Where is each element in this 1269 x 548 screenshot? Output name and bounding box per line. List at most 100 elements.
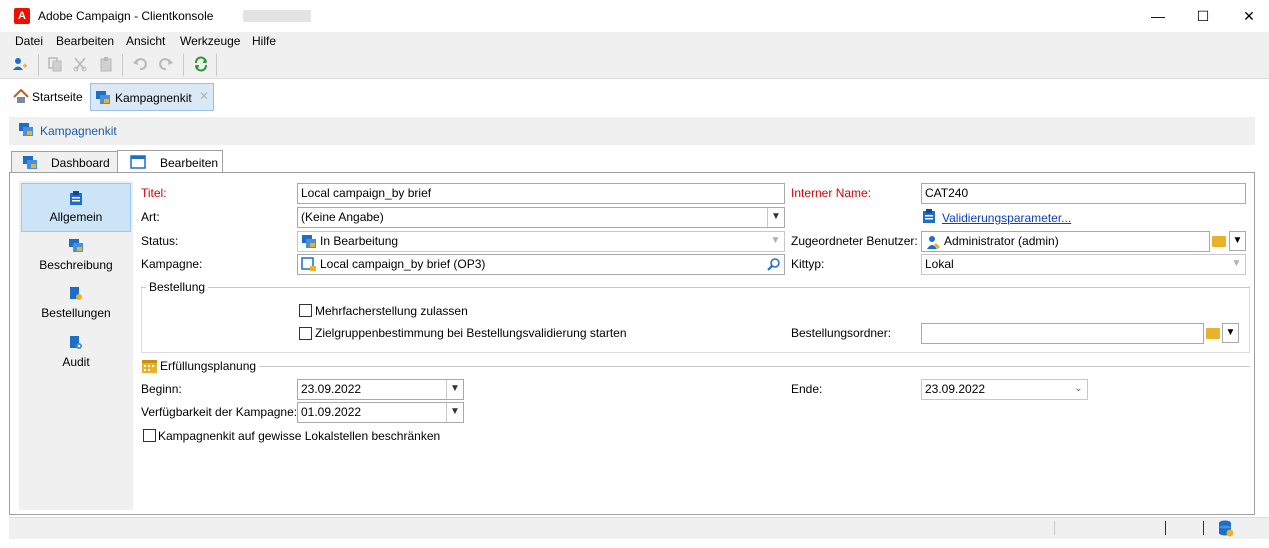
beginn-label: Beginn:: [141, 382, 182, 396]
benutzer-label: Zugeordneter Benutzer:: [791, 234, 918, 248]
validierungsparameter-link[interactable]: Validierungsparameter...: [942, 211, 1071, 225]
lokalstellen-label: Kampagnenkit auf gewisse Lokalstellen be…: [158, 429, 441, 443]
beginn-date-input[interactable]: 23.09.2022 ▼: [297, 379, 464, 400]
close-button[interactable]: ✕: [1226, 0, 1269, 32]
sidebar-item-bestellungen[interactable]: Bestellungen: [19, 280, 133, 329]
sidebar-item-label: Beschreibung: [39, 258, 113, 272]
tab-dashboard[interactable]: Dashboard: [11, 151, 118, 173]
status-separator: [1203, 521, 1204, 535]
erfuellung-group-title: Erfüllungsplanung: [160, 359, 260, 373]
campaign-kit-icon: [95, 90, 111, 108]
ende-date-input[interactable]: 23.09.2022 ⌄: [921, 379, 1088, 400]
refresh-icon[interactable]: [192, 56, 210, 74]
bestellungsordner-dropdown-button[interactable]: ▼: [1222, 323, 1239, 343]
user-icon: [925, 234, 941, 251]
folder-icon[interactable]: [1206, 328, 1220, 339]
menu-werkzeuge[interactable]: Werkzeuge: [180, 34, 240, 48]
sidebar-item-label: Audit: [62, 355, 90, 369]
close-tab-icon[interactable]: ✕: [199, 89, 209, 103]
toolbar-separator: [183, 54, 184, 76]
zielgruppen-checkbox[interactable]: [299, 327, 312, 340]
benutzer-dropdown-button[interactable]: ▼: [1229, 231, 1246, 251]
status-icon: [301, 234, 317, 251]
interner-name-input[interactable]: CAT240: [921, 183, 1246, 204]
tab-kampagnenkit[interactable]: Kampagnenkit ✕: [90, 83, 214, 111]
maximize-button[interactable]: ☐: [1180, 0, 1226, 32]
verfuegbarkeit-label: Verfügbarkeit der Kampagne:: [141, 405, 298, 419]
toolbar-separator: [216, 54, 217, 76]
status-label: Status:: [141, 234, 179, 248]
tab-dashboard-label: Dashboard: [51, 156, 110, 170]
undo-icon[interactable]: [131, 56, 149, 74]
chevron-down-icon[interactable]: ⌄: [1070, 380, 1087, 399]
menu-ansicht[interactable]: Ansicht: [126, 34, 165, 48]
status-separator: [1054, 521, 1055, 535]
bestellungsordner-input[interactable]: [921, 323, 1204, 344]
sidebar-item-audit[interactable]: Audit: [19, 329, 133, 378]
minimize-button[interactable]: —: [1135, 0, 1181, 32]
tab-startseite[interactable]: Startseite: [9, 84, 83, 110]
chevron-down-icon[interactable]: ▼: [767, 208, 784, 227]
mehrfach-checkbox[interactable]: [299, 304, 312, 317]
toolbar-separator: [122, 54, 123, 76]
kittyp-select[interactable]: Lokal ▼: [921, 254, 1246, 275]
benutzer-value: Administrator (admin): [944, 234, 1059, 248]
status-select-value: In Bearbeitung: [320, 234, 399, 248]
campaign-kit-icon: [18, 122, 34, 140]
interner-name-label: Interner Name:: [791, 186, 872, 200]
verfuegbarkeit-value: 01.09.2022: [301, 405, 362, 419]
tab-kampagnenkit-label: Kampagnenkit: [115, 91, 192, 105]
sidebar-item-allgemein[interactable]: Allgemein: [21, 183, 131, 232]
adobe-logo-icon: A: [14, 8, 30, 24]
folder-icon[interactable]: [1212, 236, 1226, 247]
benutzer-input[interactable]: Administrator (admin): [921, 231, 1210, 252]
group-divider: [141, 287, 1250, 288]
window-title: Adobe Campaign - Clientkonsole: [38, 9, 214, 23]
toolbar-separator: [38, 54, 39, 76]
titel-label: Titel:: [141, 186, 167, 200]
bestellung-group-title: Bestellung: [146, 280, 209, 294]
sidebar-item-label: Bestellungen: [41, 306, 111, 320]
database-icon: [1218, 520, 1234, 540]
kittyp-label: Kittyp:: [791, 257, 825, 271]
chevron-down-icon: ▼: [1228, 255, 1245, 274]
edit-form-icon: [130, 155, 146, 172]
campaign-icon: [301, 257, 317, 274]
toolbar: [0, 51, 1269, 79]
status-select[interactable]: In Bearbeitung ▼: [297, 231, 785, 252]
clipboard-icon: [922, 208, 936, 227]
search-icon[interactable]: [767, 257, 781, 274]
art-select[interactable]: (Keine Angabe) ▼: [297, 207, 785, 228]
chevron-down-icon[interactable]: ▼: [446, 403, 463, 422]
menu-datei[interactable]: Datei: [15, 34, 43, 48]
audit-icon: [19, 335, 133, 351]
breadcrumb[interactable]: Kampagnenkit: [40, 124, 117, 138]
chevron-down-icon: ▼: [767, 232, 784, 251]
kampagne-value: Local campaign_by brief (OP3): [320, 257, 486, 271]
menu-hilfe[interactable]: Hilfe: [252, 34, 276, 48]
sidebar-item-label: Allgemein: [49, 210, 103, 224]
paste-icon[interactable]: [97, 56, 115, 74]
kampagne-label: Kampagne:: [141, 257, 203, 271]
lokalstellen-checkbox[interactable]: [143, 429, 156, 442]
titel-input[interactable]: Local campaign_by brief: [297, 183, 785, 204]
calendar-icon: [141, 358, 160, 377]
tab-bearbeiten[interactable]: Bearbeiten: [117, 150, 223, 173]
beginn-value: 23.09.2022: [301, 382, 362, 396]
chevron-down-icon[interactable]: ▼: [446, 380, 463, 399]
breadcrumb-bar: [9, 117, 1255, 145]
copy-icon[interactable]: [46, 56, 64, 74]
new-user-icon[interactable]: [11, 56, 29, 74]
cut-icon[interactable]: [71, 56, 89, 74]
menu-bearbeiten[interactable]: Bearbeiten: [56, 34, 114, 48]
sidebar-item-beschreibung[interactable]: Beschreibung: [19, 232, 133, 281]
redacted-user: [243, 10, 311, 22]
art-label: Art:: [141, 210, 160, 224]
art-select-value: (Keine Angabe): [301, 210, 384, 224]
verfuegbarkeit-date-input[interactable]: 01.09.2022 ▼: [297, 402, 464, 423]
zielgruppen-label: Zielgruppenbestimmung bei Bestellungsval…: [315, 326, 627, 340]
status-separator: [1165, 521, 1166, 535]
tab-startseite-label: Startseite: [32, 90, 83, 104]
kampagne-input[interactable]: Local campaign_by brief (OP3): [297, 254, 785, 275]
redo-icon[interactable]: [157, 56, 175, 74]
